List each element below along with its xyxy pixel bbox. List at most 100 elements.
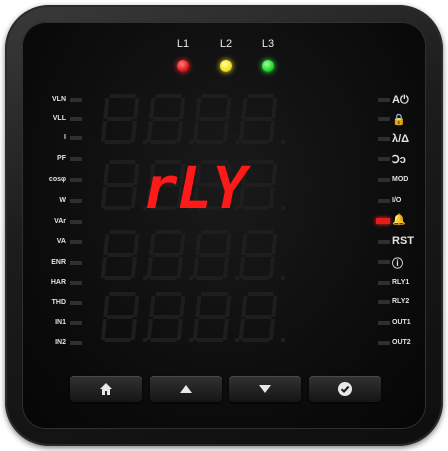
right-label-rly2: RLY2 [392, 298, 410, 305]
bell-icon: 🔔 [392, 214, 406, 226]
display-row-4 [100, 292, 285, 342]
alarm-indicator-active [376, 218, 390, 224]
right-indicator [378, 321, 390, 325]
ghost-segment [155, 94, 182, 98]
ghost-segment [195, 98, 202, 119]
right-label-io: I/O [392, 197, 402, 204]
ghost-segment [201, 292, 228, 296]
left-label-i: I [64, 134, 66, 141]
ghost-segment [104, 206, 131, 210]
phase-l1-led [177, 60, 189, 72]
left-indicator [70, 321, 82, 325]
ghost-decimal-point [189, 338, 193, 342]
ghost-segment [150, 338, 177, 342]
ghost-segment [130, 121, 137, 142]
ghost-segment [242, 276, 269, 280]
ghost-segment [103, 296, 110, 317]
ghost-segment [201, 94, 228, 98]
ghost-segment [103, 234, 110, 255]
left-label-var: VAr [54, 218, 66, 225]
ghost-decimal-point [235, 338, 239, 342]
phase-l1-label: L1 [176, 38, 190, 50]
right-indicator [378, 98, 390, 102]
phase-l2-label: L2 [219, 38, 233, 50]
ghost-segment [146, 121, 153, 142]
phase-l3-label: L3 [261, 38, 275, 50]
ghost-decimal-point [143, 276, 147, 280]
ghost-segment [268, 319, 275, 340]
right-label-mod: MOD [392, 176, 409, 183]
left-label-pf: PF [57, 155, 66, 162]
ghost-segment [268, 187, 275, 208]
left-label-in1: IN1 [55, 319, 66, 326]
ghost-segment [195, 296, 202, 317]
ghost-segment [271, 164, 278, 185]
ghost-segment [130, 257, 137, 278]
right-indicator [378, 199, 390, 203]
ghost-segment [100, 319, 107, 340]
left-indicator [70, 117, 82, 121]
home-button[interactable] [70, 376, 142, 402]
ghost-segment [192, 121, 199, 142]
ghost-segment [196, 140, 223, 144]
ghost-segment [130, 319, 137, 340]
ghost-decimal-point [189, 276, 193, 280]
ghost-segment [149, 296, 156, 317]
ghost-segment [179, 234, 186, 255]
ghost-segment [247, 160, 274, 164]
left-label-har: HAR [50, 279, 66, 286]
ghost-segment [244, 183, 272, 187]
ghost-decimal-point [235, 276, 239, 280]
ghost-segment [242, 338, 269, 342]
left-indicator [70, 261, 82, 265]
left-indicator [70, 157, 82, 161]
ghost-segment [149, 234, 156, 255]
ghost-segment [109, 160, 136, 164]
ghost-decimal-point [189, 140, 193, 144]
left-indicator [70, 240, 82, 244]
ghost-segment [100, 187, 107, 208]
link-icon: Ↄↄ [392, 154, 406, 166]
ghost-segment [271, 296, 278, 317]
ghost-segment [109, 230, 136, 234]
ghost-segment [198, 253, 226, 257]
right-indicator [378, 260, 390, 264]
display-text-rly: rLY [143, 158, 252, 218]
up-button[interactable] [150, 376, 222, 402]
ghost-segment [192, 319, 199, 340]
down-arrow-icon [259, 385, 271, 393]
right-label-out2: OUT2 [392, 339, 411, 346]
right-label-auto-power: A⏻ [392, 94, 409, 106]
left-label-va: VA [56, 238, 66, 245]
ghost-segment [225, 296, 232, 317]
right-indicator [378, 137, 390, 141]
enter-button[interactable] [309, 376, 381, 402]
lock-icon: 🔒 [392, 114, 406, 126]
ghost-segment [244, 253, 272, 257]
ghost-decimal-point [281, 206, 285, 210]
left-indicator [70, 136, 82, 140]
ghost-segment [268, 121, 275, 142]
ghost-segment [130, 187, 137, 208]
down-button[interactable] [229, 376, 301, 402]
ghost-segment [247, 230, 274, 234]
left-indicator [70, 98, 82, 102]
ghost-segment [247, 292, 274, 296]
ghost-segment [241, 98, 248, 119]
ghost-segment [133, 296, 140, 317]
ghost-segment [195, 234, 202, 255]
ghost-segment [271, 98, 278, 119]
ghost-segment [155, 292, 182, 296]
right-indicator [378, 281, 390, 285]
ghost-segment [104, 338, 131, 342]
ghost-segment [244, 315, 272, 319]
ghost-segment [198, 117, 226, 121]
ghost-segment [222, 257, 229, 278]
ghost-segment [100, 121, 107, 142]
right-indicator [378, 157, 390, 161]
right-label-rst: RST [392, 235, 414, 247]
left-label-w: W [59, 197, 66, 204]
right-indicator [378, 117, 390, 121]
ghost-segment [201, 230, 228, 234]
left-label-vln: VLN [52, 96, 66, 103]
